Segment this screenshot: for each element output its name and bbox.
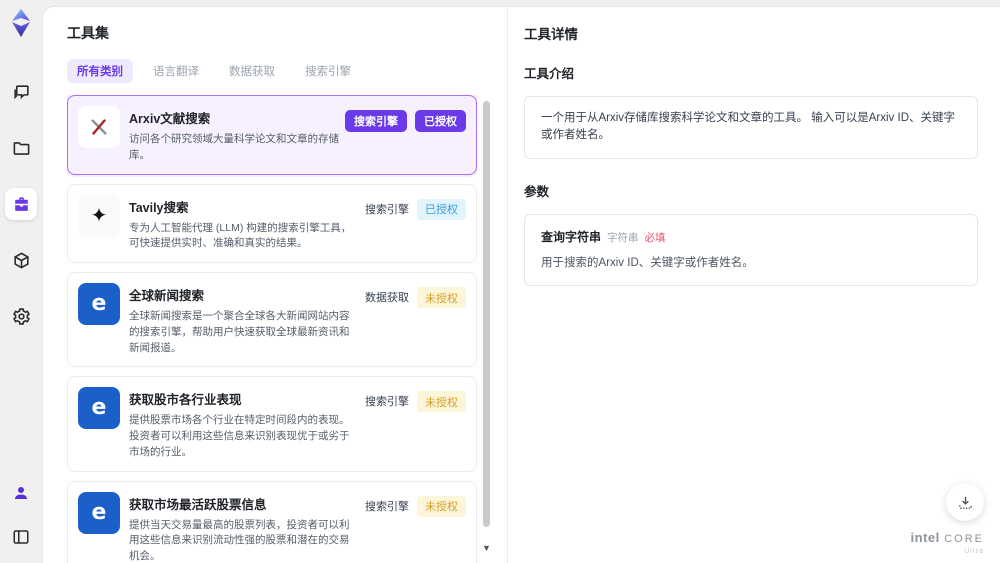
scrollbar-thumb[interactable] [483,101,490,527]
tool-auth-badge: 已授权 [415,110,466,132]
tool-auth-badge: 已授权 [417,198,466,220]
tool-category-badge: 数据获取 [365,292,409,304]
tool-description: 专为人工智能代理 (LLM) 构建的搜索引擎工具，可快速提供实时、准确和真实的结… [129,221,352,250]
tool-auth-badge: 未授权 [417,495,466,517]
toolbox-icon[interactable] [5,188,37,220]
news-logo-icon: e [78,491,120,534]
intel-core-watermark: intel core Ultra [911,530,984,555]
tool-list-item[interactable]: e 获取股市各行业表现 提供股票市场各个行业在特定时间段内的表现。投资者可以利用… [67,376,477,472]
four-point-star-icon: ✦ [78,194,120,237]
param-type: 字符串 [607,231,639,244]
tool-description: 提供股票市场各个行业在特定时间段内的表现。投资者可以利用这些信息来识别表现优于或… [129,414,350,458]
category-tabs: 所有类别 语言翻译 数据获取 搜索引擎 [67,59,477,83]
param-required-badge: 必填 [644,231,666,244]
news-logo-icon: e [78,283,120,325]
params-box: 查询字符串 字符串 必填用于搜索的Arxiv ID、关键字或作者姓名。 [524,213,978,286]
tool-name: Tavily搜索 [129,200,189,215]
main-card: 工具集 所有类别 语言翻译 数据获取 搜索引擎 Arxiv文献搜索 访问各个研究领域大… [42,6,1000,563]
intro-heading: 工具介绍 [524,67,575,81]
params-heading: 参数 [524,184,550,199]
tab-3[interactable]: 搜索引擎 [295,59,361,83]
tool-list-item[interactable]: e 全球新闻搜索 全球新闻搜索是一个聚合全球各大新闻网站内容的搜索引擎，帮助用户… [67,272,477,368]
tool-list: Arxiv文献搜索 访问各个研究领域大量科学论文和文章的存储库。 搜索引擎 已授… [67,95,477,563]
tool-description: 全球新闻搜索是一个聚合全球各大新闻网站内容的搜索引擎，帮助用户快速获取全球最新资… [129,310,350,354]
watermark-core: core [944,533,984,545]
list-scrollbar[interactable]: ▼ [482,93,491,553]
detail-title: 工具详情 [524,27,578,42]
cube-icon[interactable] [5,244,37,276]
param-row: 查询字符串 字符串 必填用于搜索的Arxiv ID、关键字或作者姓名。 [541,228,961,273]
settings-gear-icon[interactable] [5,300,37,332]
tool-description: 提供当天交易量最高的股票列表，投资者可以利用这些信息来识别流动性强的股票和潜在的… [129,518,350,563]
download-icon [958,496,972,509]
tab-2[interactable]: 数据获取 [219,59,285,83]
tool-list-item[interactable]: e 获取市场最活跃股票信息 提供当天交易量最高的股票列表，投资者可以利用这些信息… [67,480,477,563]
watermark-ultra: Ultra [964,548,984,555]
tool-category-badge: 搜索引擎 [365,500,409,513]
tool-list-item[interactable]: Arxiv文献搜索 访问各个研究领域大量科学论文和文章的存储库。 搜索引擎 已授… [67,95,477,175]
user-avatar-icon[interactable] [5,477,37,509]
param-name: 查询字符串 [541,229,602,244]
intro-text: 一个用于从Arxiv存储库搜索科学论文和文章的工具。 输入可以是Arxiv ID… [541,112,955,142]
watermark-intel: intel [910,530,940,545]
tool-category-badge: 搜索引擎 [345,110,407,132]
scrollbar-down-arrow[interactable]: ▼ [482,543,491,553]
tab-1[interactable]: 语言翻译 [143,59,209,83]
collapse-panel-icon[interactable] [5,521,37,553]
tool-name: 全球新闻搜索 [129,289,205,303]
tool-name: 获取股市各行业表现 [129,393,242,408]
left-rail [0,0,42,563]
tool-auth-badge: 未授权 [417,391,466,413]
download-button[interactable] [946,483,984,521]
news-logo-icon: e [78,387,120,430]
app-logo [6,8,36,38]
tool-description: 访问各个研究领域大量科学论文和文章的存储库。 [129,133,339,161]
arxiv-x-icon [78,106,120,148]
tool-name: Arxiv文献搜索 [129,112,211,126]
param-description: 用于搜索的Arxiv ID、关键字或作者姓名。 [541,256,754,269]
tool-detail-panel: 工具详情 工具介绍 一个用于从Arxiv存储库搜索科学论文和文章的工具。 输入可… [508,7,1000,563]
tool-category-badge: 搜索引擎 [365,203,409,216]
page-title: 工具集 [67,25,109,41]
tool-category-badge: 搜索引擎 [365,396,409,409]
tool-name: 获取市场最活跃股票信息 [129,497,267,512]
tool-list-panel: 工具集 所有类别 语言翻译 数据获取 搜索引擎 Arxiv文献搜索 访问各个研究领域大… [43,7,508,563]
chat-icon[interactable] [5,76,37,108]
folder-icon[interactable] [5,132,37,164]
tab-0[interactable]: 所有类别 [67,59,133,83]
intro-box: 一个用于从Arxiv存储库搜索科学论文和文章的工具。 输入可以是Arxiv ID… [524,96,978,159]
tool-list-item[interactable]: ✦ Tavily搜索 专为人工智能代理 (LLM) 构建的搜索引擎工具，可快速提… [67,183,477,263]
tool-auth-badge: 未授权 [417,287,466,308]
